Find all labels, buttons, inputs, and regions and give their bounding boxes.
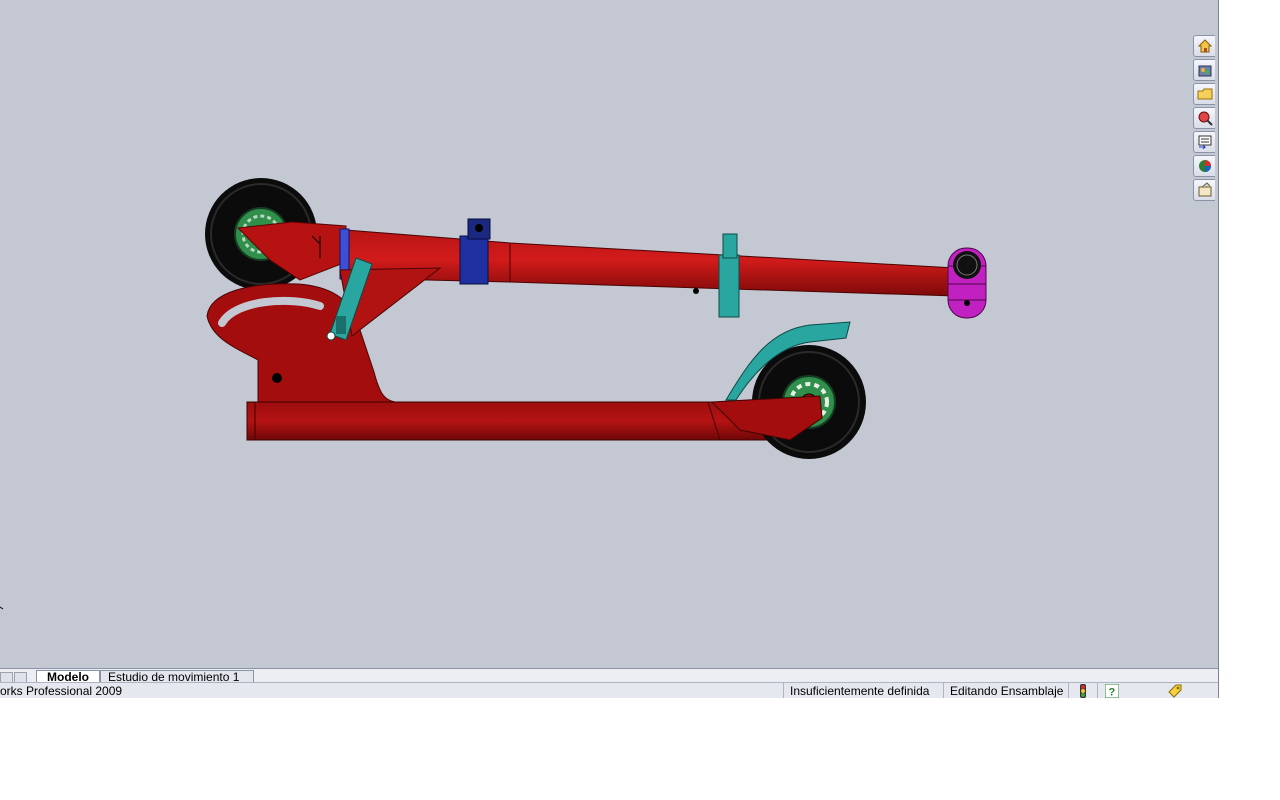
design-library-icon xyxy=(1198,65,1211,77)
appearances-icon xyxy=(1198,160,1211,172)
status-app-name: orks Professional 2009 xyxy=(0,684,123,698)
graphics-viewport[interactable] xyxy=(0,0,1218,668)
status-bar: orks Professional 2009 Insuficientemente… xyxy=(0,682,1218,698)
task-pane-file-explorer[interactable] xyxy=(1193,83,1215,105)
deck[interactable] xyxy=(246,401,791,441)
task-pane-custom-properties[interactable] xyxy=(1193,179,1215,201)
collar-middle[interactable] xyxy=(459,235,489,285)
status-definition: Insuficientemente definida xyxy=(783,683,942,698)
svg-text:?: ? xyxy=(1109,687,1116,699)
task-pane-design-library[interactable] xyxy=(1193,59,1215,81)
bottom-tab-bar: Modelo Estudio de movimiento 1 xyxy=(0,668,1218,684)
status-mode: Editando Ensamblaje xyxy=(943,683,1067,698)
task-pane-tabs xyxy=(1193,35,1217,203)
home-icon xyxy=(1197,39,1212,53)
view-palette-icon xyxy=(1198,135,1211,150)
file-explorer-icon xyxy=(1197,88,1212,100)
status-rebuild-cell[interactable] xyxy=(1068,683,1096,698)
status-tag-cell[interactable] xyxy=(1126,683,1218,698)
tag-icon xyxy=(1168,684,1182,698)
task-pane-home[interactable] xyxy=(1193,35,1215,57)
task-pane-search[interactable] xyxy=(1193,107,1215,129)
triad-marker xyxy=(0,606,4,610)
handle-grip[interactable] xyxy=(947,247,987,319)
solidworks-window: Modelo Estudio de movimiento 1 orks Prof… xyxy=(0,0,1219,698)
custom-properties-icon xyxy=(1198,182,1211,197)
scooter-assembly-model[interactable] xyxy=(0,0,1218,668)
help-icon: ? xyxy=(1105,684,1119,698)
status-help-cell[interactable]: ? xyxy=(1097,683,1125,698)
task-pane-view-palette[interactable] xyxy=(1193,131,1215,153)
traffic-light-icon xyxy=(1080,684,1086,698)
steering-tube[interactable] xyxy=(345,229,956,297)
search-icon xyxy=(1198,111,1213,126)
task-pane-appearances[interactable] xyxy=(1193,155,1215,177)
